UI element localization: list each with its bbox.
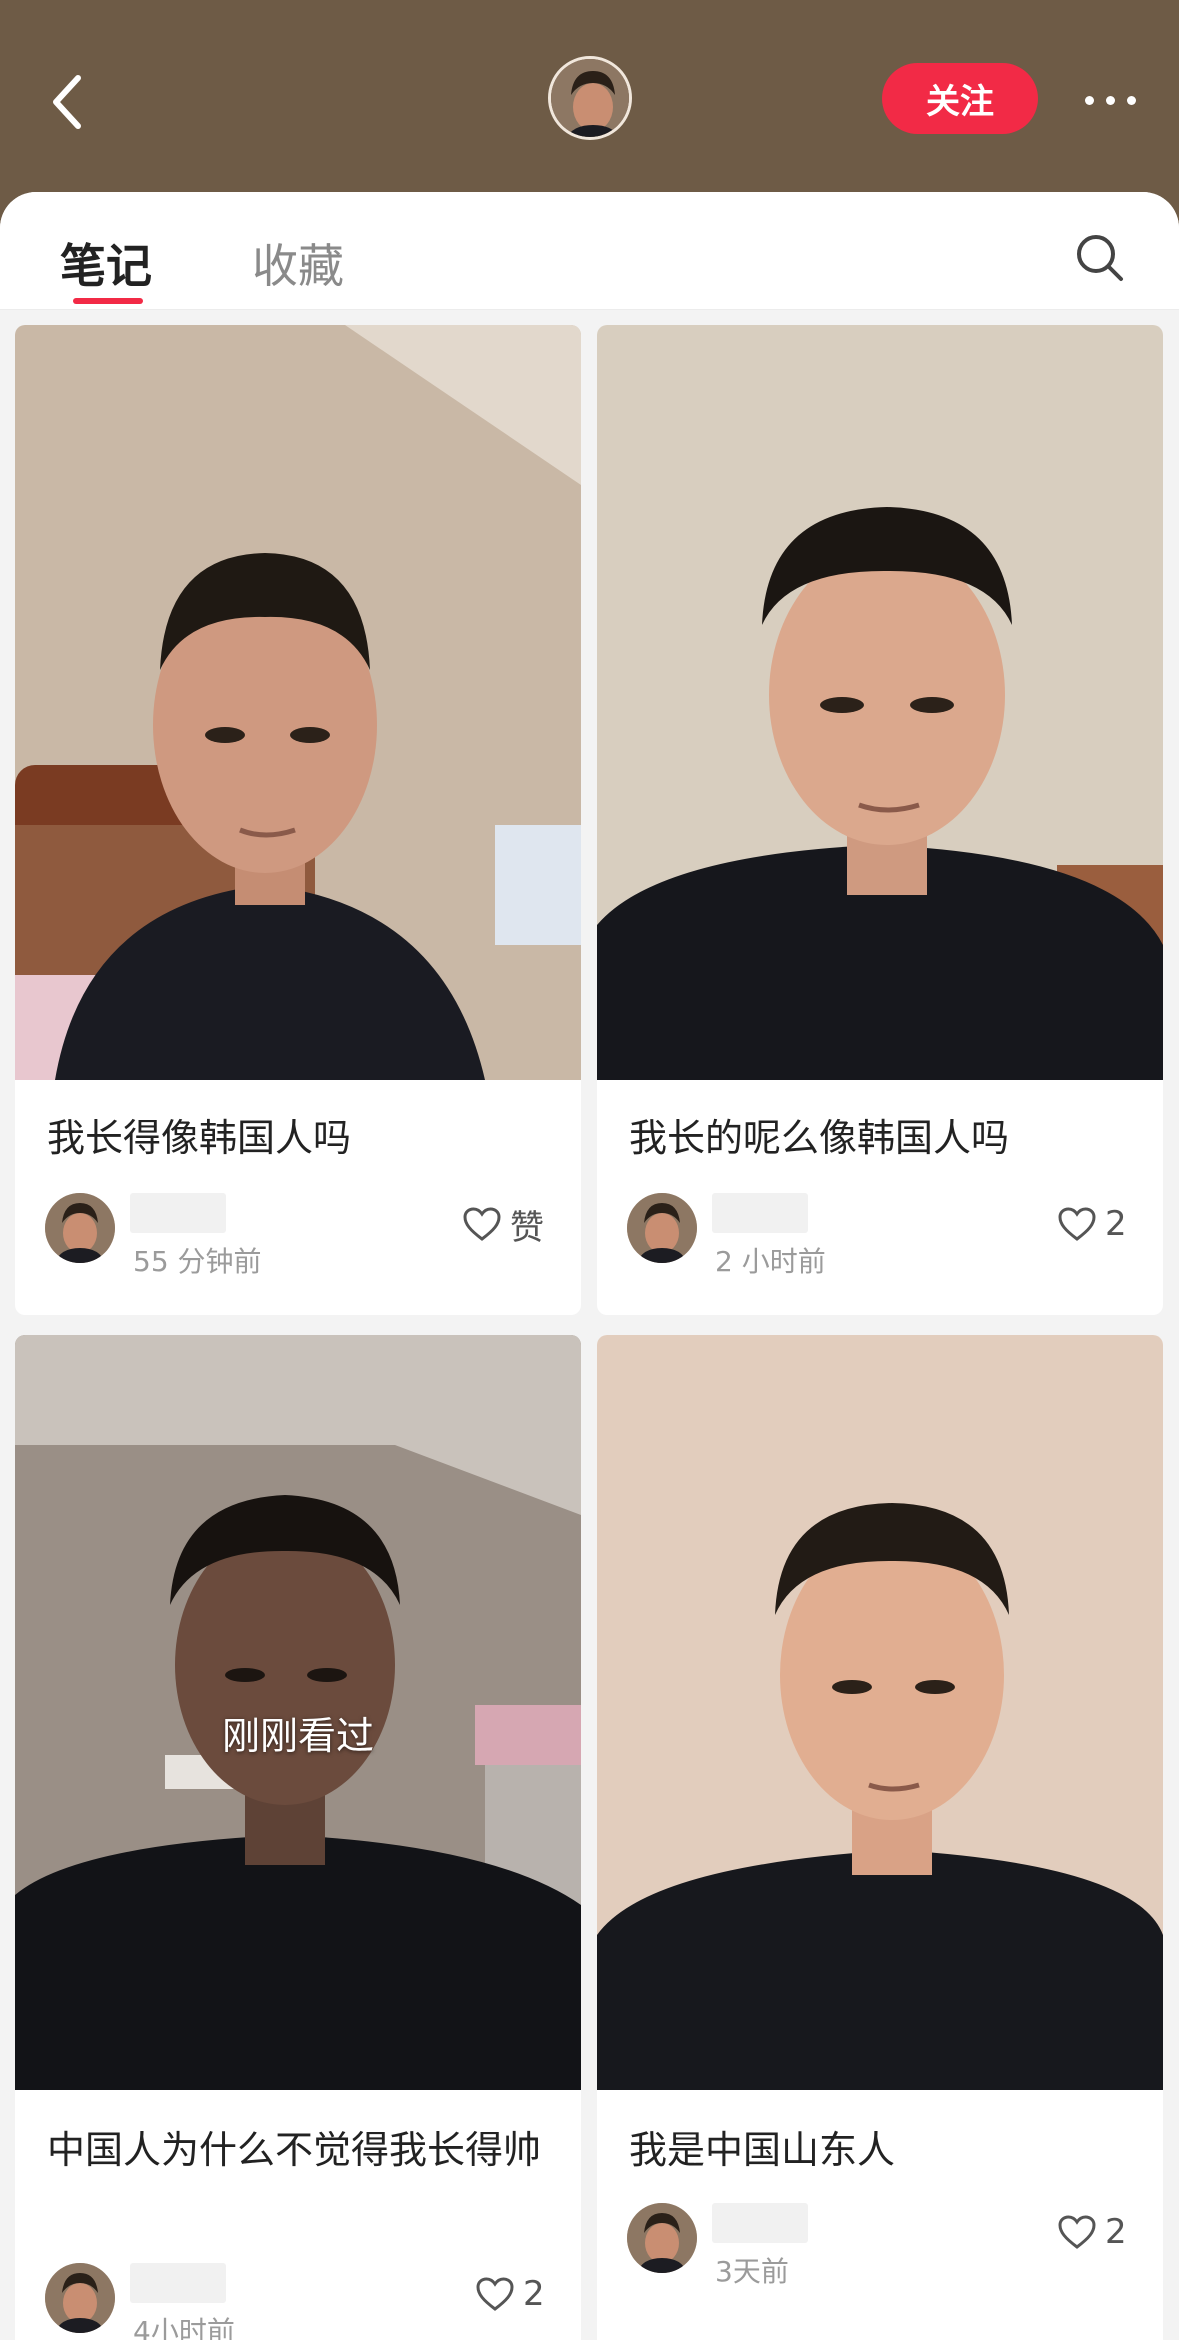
search-button[interactable] (1074, 232, 1126, 284)
note-cover-image (597, 325, 1163, 1080)
post-time: 4小时前 (133, 2315, 235, 2340)
note-title: 我长得像韩国人吗 (47, 1116, 352, 1160)
search-icon (1077, 235, 1123, 281)
heart-outline-icon (463, 1207, 501, 1241)
post-time: 3天前 (715, 2255, 789, 2288)
post-time: 2 小时前 (715, 1245, 826, 1278)
heart-outline-icon (476, 2277, 514, 2311)
avatar (627, 2203, 697, 2273)
follow-button[interactable]: 关注 (882, 63, 1038, 134)
active-tab-indicator (73, 298, 143, 304)
avatar (45, 2263, 115, 2333)
more-button[interactable] (1062, 78, 1158, 122)
heart-outline-icon (1058, 2215, 1096, 2249)
note-card[interactable]: 我长的呢么像韩国人吗 2 小时前 2 (597, 325, 1163, 1315)
more-dots-icon (1084, 95, 1094, 105)
author-name-blurred (712, 2203, 808, 2243)
avatar (45, 1193, 115, 1263)
tab-bar: 笔记 收藏 (0, 192, 1179, 310)
avatar[interactable] (548, 56, 632, 140)
author-name-blurred (712, 1193, 808, 1233)
note-cover-image (597, 1335, 1163, 2090)
note-card[interactable]: 我长得像韩国人吗 55 分钟前 赞 (15, 325, 581, 1315)
like-button[interactable]: 赞 (462, 1202, 544, 1248)
notes-panel: 笔记 收藏 我长得像韩国人吗 55 分钟前 赞 我长的呢么像韩国人吗 2 小时前… (0, 192, 1179, 2340)
note-title: 我是中国山东人 (629, 2128, 896, 2172)
like-count: 2 (1105, 2212, 1127, 2252)
like-button[interactable]: 2 (475, 2272, 545, 2316)
note-card[interactable]: 我是中国山东人 3天前 2 (597, 1335, 1163, 2340)
note-cover-image (15, 325, 581, 1080)
back-button[interactable] (40, 68, 96, 136)
like-count: 2 (523, 2274, 545, 2314)
note-title: 我长的呢么像韩国人吗 (629, 1116, 1010, 1160)
author-name-blurred (130, 2263, 226, 2303)
profile-header: 关注 (0, 0, 1179, 200)
recently-viewed-label: 刚刚看过 (221, 1714, 374, 1758)
tab-collect[interactable]: 收藏 (252, 230, 344, 296)
like-button[interactable]: 2 (1057, 1202, 1127, 1246)
note-card[interactable]: 刚刚看过 中国人为什么不觉得我长得帅 4小时前 2 (15, 1335, 581, 2340)
like-count: 2 (1105, 1204, 1127, 1244)
heart-outline-icon (1058, 1207, 1096, 1241)
like-button[interactable]: 2 (1057, 2210, 1127, 2254)
note-title: 中国人为什么不觉得我长得帅 (47, 2128, 542, 2172)
author-name-blurred (130, 1193, 226, 1233)
note-cover-image: 刚刚看过 (15, 1335, 581, 2090)
avatar (627, 1193, 697, 1263)
post-time: 55 分钟前 (133, 1245, 262, 1278)
tab-notes[interactable]: 笔记 (60, 230, 152, 296)
chevron-left-icon (53, 75, 81, 129)
like-count: 赞 (510, 1207, 544, 1248)
